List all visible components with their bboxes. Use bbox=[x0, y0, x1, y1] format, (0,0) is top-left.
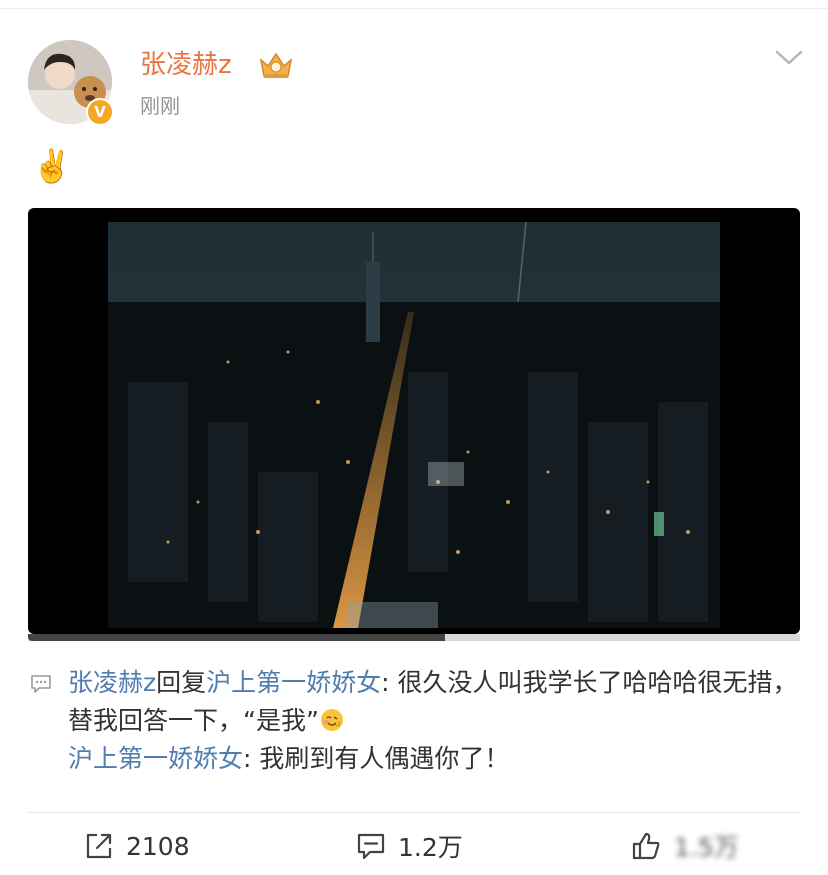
crown-badge-icon[interactable] bbox=[258, 50, 294, 80]
action-divider bbox=[28, 812, 800, 813]
video-player[interactable] bbox=[28, 208, 800, 634]
comment-count: 1.2万 bbox=[398, 833, 463, 862]
comment-original-user[interactable]: 沪上第一娇娇女 bbox=[68, 744, 243, 773]
video-progress-bar[interactable] bbox=[28, 634, 800, 641]
like-count: 1.5万 bbox=[674, 833, 739, 862]
comment-button[interactable]: 1.2万 bbox=[356, 828, 463, 864]
repost-button[interactable]: 2108 bbox=[84, 828, 190, 864]
comment-original-text: : 我刷到有人偶遇你了！ bbox=[243, 744, 510, 773]
video-progress-fill bbox=[28, 634, 445, 641]
verified-letter: V bbox=[94, 103, 106, 121]
repost-icon bbox=[86, 833, 112, 859]
comment-bubble-icon bbox=[31, 675, 51, 693]
like-icon bbox=[632, 832, 660, 860]
post-timestamp: 刚刚 bbox=[140, 94, 180, 118]
verified-badge-icon: V bbox=[86, 98, 114, 126]
emoji-icon bbox=[320, 709, 343, 731]
reply-word: 回复 bbox=[156, 668, 207, 697]
chevron-down-icon[interactable] bbox=[775, 48, 803, 68]
comment-replier[interactable]: 张凌赫z bbox=[68, 668, 156, 697]
repost-count: 2108 bbox=[126, 831, 190, 861]
video-thumbnail bbox=[108, 222, 720, 628]
like-button[interactable]: 1.5万 bbox=[630, 828, 739, 864]
top-divider bbox=[0, 8, 828, 9]
post-text: ✌️ bbox=[32, 147, 72, 185]
author-name[interactable]: 张凌赫z bbox=[140, 48, 232, 82]
comment-preview[interactable]: 张凌赫z回复沪上第一娇娇女: 很久没人叫我学长了哈哈哈很无措，替我回答一下，“是… bbox=[68, 664, 803, 778]
comment-reply-to[interactable]: 沪上第一娇娇女 bbox=[206, 668, 381, 697]
comment-icon bbox=[357, 833, 385, 860]
